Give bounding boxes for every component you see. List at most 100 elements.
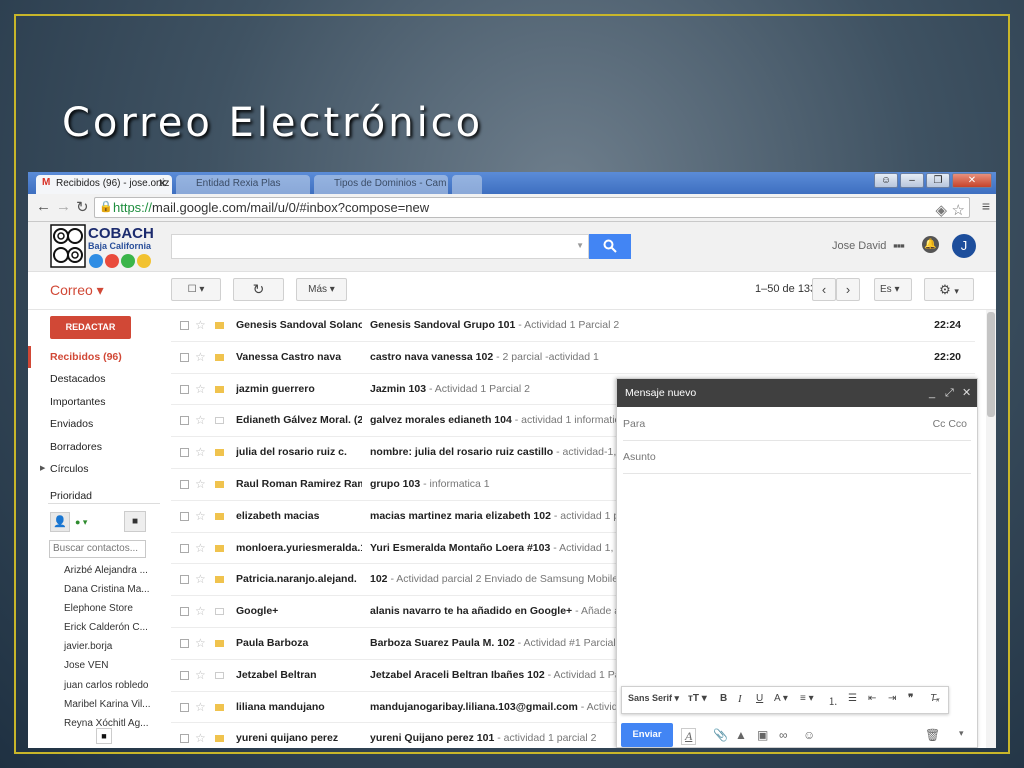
language-button[interactable]: Es ▾ <box>874 278 912 301</box>
sidebar-item-drafts[interactable]: Borradores <box>28 436 168 458</box>
italic-icon[interactable]: I <box>738 693 742 705</box>
text-color-icon[interactable]: A ▾ <box>774 693 788 704</box>
font-family-select[interactable]: Sans Serif ▾ <box>628 693 679 704</box>
star-icon[interactable]: ☆ <box>195 382 206 396</box>
link-icon[interactable]: ∞ <box>779 728 788 742</box>
star-icon[interactable]: ☆ <box>195 541 206 555</box>
table-row[interactable]: ☆ Genesis Sandoval Solano Genesis Sandoval… <box>171 310 975 342</box>
importance-marker-icon[interactable] <box>215 639 224 647</box>
importance-marker-icon[interactable] <box>215 385 224 393</box>
row-checkbox[interactable] <box>180 448 189 458</box>
tab-close-icon[interactable]: ✕ <box>158 177 167 190</box>
row-checkbox[interactable] <box>180 479 189 489</box>
table-row[interactable]: ☆ Vanessa Castro nava castro nava vanessa … <box>171 341 975 374</box>
star-icon[interactable]: ☆ <box>195 572 206 586</box>
sidebar-item-circles[interactable]: ▶ Círculos <box>28 458 168 480</box>
prev-page-button[interactable]: ‹ <box>812 278 836 301</box>
expand-triangle-icon[interactable]: ▶ <box>40 458 45 480</box>
sidebar-item-starred[interactable]: Destacados <box>28 368 168 390</box>
browser-menu-icon[interactable]: ≡ <box>982 198 990 214</box>
formatting-toggle-icon[interactable]: A <box>681 728 697 745</box>
restore-icon[interactable]: ❐ <box>926 173 950 188</box>
minimize-icon[interactable]: _ <box>929 379 935 407</box>
contact-item[interactable]: juan carlos robledo <box>28 676 168 695</box>
row-checkbox[interactable] <box>180 321 189 330</box>
star-icon[interactable]: ☆ <box>195 509 206 523</box>
search-button[interactable] <box>589 234 631 259</box>
contact-item[interactable]: Jose VEN <box>28 656 168 675</box>
star-icon[interactable]: ☆ <box>195 700 206 714</box>
star-icon[interactable]: ☆ <box>195 350 206 364</box>
star-icon[interactable]: ☆ <box>195 636 206 650</box>
row-checkbox[interactable] <box>180 575 189 585</box>
compose-header[interactable]: Mensaje nuevo _ ⤢ ✕ <box>617 379 977 407</box>
row-checkbox[interactable] <box>180 607 189 617</box>
search-input[interactable]: ▼ <box>171 234 589 259</box>
contact-item[interactable]: Dana Cristina Ma... <box>28 580 168 599</box>
sidebar-item-sent[interactable]: Enviados <box>28 413 168 435</box>
star-icon[interactable]: ☆ <box>195 413 206 427</box>
back-icon[interactable]: ← <box>36 198 51 215</box>
contact-item[interactable]: javier.borja <box>28 637 168 656</box>
tab-3[interactable]: Tipos de Dominios - Cam <box>314 175 448 194</box>
row-checkbox[interactable] <box>180 416 189 426</box>
importance-marker-icon[interactable] <box>215 735 224 743</box>
contact-item[interactable]: Arizbé Alejandra ... <box>28 561 168 580</box>
row-checkbox[interactable] <box>180 352 189 362</box>
user-name[interactable]: Jose David <box>832 240 886 252</box>
importance-marker-icon[interactable] <box>215 322 224 329</box>
contact-item[interactable]: Maribel Karina Vil... <box>28 695 168 714</box>
chat-bubble-icon[interactable]: ■ <box>96 728 112 744</box>
cc-bcc-links[interactable]: Cc Cco <box>933 408 967 441</box>
importance-marker-icon[interactable] <box>215 608 224 616</box>
contact-item[interactable]: Elephone Store <box>28 599 168 618</box>
star-icon[interactable]: ☆ <box>195 318 206 332</box>
importance-marker-icon[interactable] <box>215 353 224 361</box>
row-checkbox[interactable] <box>180 702 189 712</box>
send-button[interactable]: Enviar <box>621 723 673 747</box>
row-checkbox[interactable] <box>180 734 189 744</box>
sidebar-item-important[interactable]: Importantes <box>28 391 168 413</box>
row-checkbox[interactable] <box>180 670 189 680</box>
close-window-icon[interactable]: ✕ <box>952 173 992 188</box>
extension-icon[interactable]: ◈ <box>935 201 947 220</box>
select-checkbox-button[interactable]: ☐ ▾ <box>171 278 221 301</box>
remove-formatting-icon[interactable]: T̶ₓ <box>930 693 940 704</box>
video-call-icon[interactable]: ■ <box>124 511 146 532</box>
contact-search-input[interactable]: Buscar contactos... <box>49 540 146 558</box>
bold-icon[interactable]: B <box>720 693 727 704</box>
font-size-icon[interactable]: тT ▾ <box>688 693 707 704</box>
indent-more-icon[interactable]: ⇥ <box>888 693 896 704</box>
forward-icon[interactable]: → <box>56 198 71 215</box>
list-scrollbar[interactable] <box>986 310 996 748</box>
row-checkbox[interactable] <box>180 543 189 553</box>
address-bar[interactable]: 🔒 https://mail.google.com/mail/u/0/#inbo… <box>94 197 970 220</box>
row-checkbox[interactable] <box>180 511 189 521</box>
importance-marker-icon[interactable] <box>215 671 224 679</box>
notifications-icon[interactable]: 🔔 <box>922 236 939 253</box>
scrollbar-thumb[interactable] <box>987 312 995 417</box>
more-button[interactable]: Más ▾ <box>296 278 347 301</box>
avatar[interactable]: J <box>952 234 976 258</box>
align-icon[interactable]: ≡ ▾ <box>800 693 814 704</box>
importance-marker-icon[interactable] <box>215 544 224 552</box>
importance-marker-icon[interactable] <box>215 417 224 425</box>
priority-label[interactable]: Prioridad <box>50 490 92 502</box>
attach-icon[interactable]: 📎 <box>713 728 728 742</box>
hangouts-avatar-icon[interactable]: 👤 <box>50 512 70 532</box>
compose-button[interactable]: REDACTAR <box>50 316 131 339</box>
underline-icon[interactable]: U <box>756 693 763 704</box>
new-tab-button[interactable] <box>452 175 482 194</box>
tab-2[interactable]: Entidad Rexia Plas <box>176 175 310 194</box>
importance-marker-icon[interactable] <box>215 449 224 457</box>
bookmark-star-icon[interactable]: ☆ <box>952 201 965 220</box>
more-options-icon[interactable]: ▾ <box>959 728 964 739</box>
drive-icon[interactable]: ▲ <box>735 728 747 742</box>
close-icon[interactable]: ✕ <box>962 379 971 407</box>
quote-icon[interactable]: ❞ <box>908 693 913 704</box>
expand-icon[interactable]: ⤢ <box>945 379 954 407</box>
row-checkbox[interactable] <box>180 384 189 394</box>
importance-marker-icon[interactable] <box>215 480 224 488</box>
reload-icon[interactable]: ↻ <box>76 198 89 216</box>
user-icon[interactable]: ☺ <box>874 173 898 188</box>
